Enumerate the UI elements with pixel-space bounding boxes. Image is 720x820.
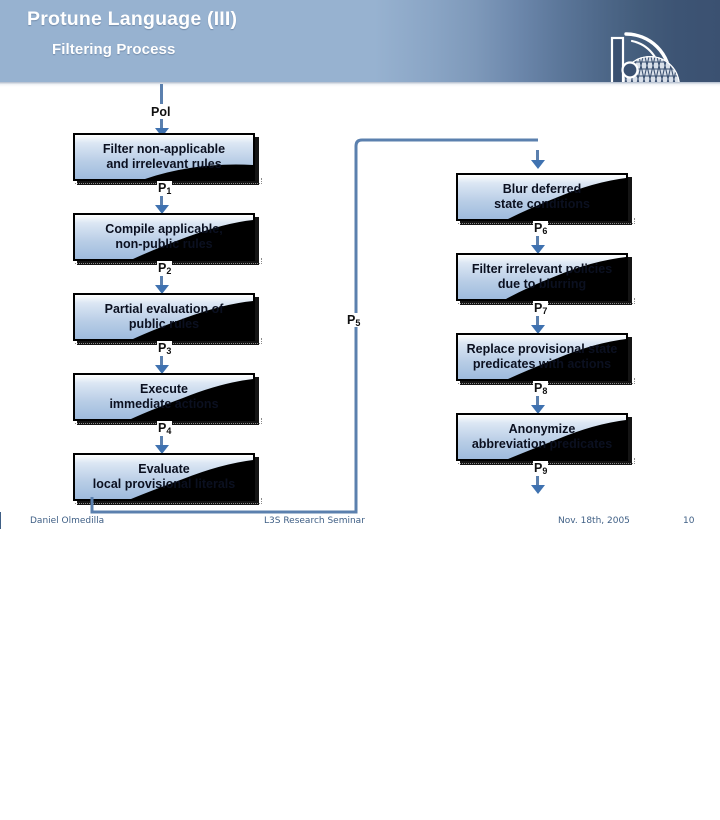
flow-box-label: Compile applicable, non-public rules (105, 222, 223, 251)
arrow-box4-to-box5 (155, 436, 169, 454)
flow-box-label: Partial evaluation of public rules (104, 302, 224, 331)
edge-label-p5-bridge: P5 (346, 313, 362, 328)
flow-box-label: Filter non-applicable and irrelevant rul… (102, 142, 226, 171)
box-ghost-outline (75, 498, 262, 504)
edge-label-p1: P1 (157, 181, 173, 196)
entry-label-pol: Pol (150, 105, 172, 119)
footer-date: Nov. 18th, 2005 (558, 516, 630, 526)
arrow-rbox3-to-rbox4 (531, 396, 545, 414)
flow-box-compile-applicable[interactable]: Compile applicable, non-public rules (73, 213, 255, 261)
flow-box-label: Evaluate local provisional literals (92, 462, 236, 491)
arrow-box3-to-box4 (155, 356, 169, 374)
slide-canvas: Protune Language (III) Filtering Process (0, 0, 720, 540)
page-subtitle: Filtering Process (52, 41, 176, 58)
header-divider (0, 82, 720, 87)
flow-box-evaluate-local-provisional[interactable]: Evaluate local provisional literals (73, 453, 255, 501)
arrow-bridge-to-rbox1 (531, 150, 545, 169)
edge-label-p4: P4 (157, 421, 173, 436)
footer-page-number: 10 (683, 516, 695, 526)
arrow-rbox4-exit (531, 476, 545, 496)
flow-box-label: Blur deferred state conditions (494, 182, 590, 211)
slide-footer: Daniel Olmedilla L3S Research Seminar No… (0, 512, 720, 534)
edge-label-p3: P3 (157, 341, 173, 356)
flow-box-label: Execute immediate actions (109, 382, 219, 411)
arrow-box2-to-box3 (155, 276, 169, 294)
flow-box-blur-deferred-state[interactable]: Blur deferred state conditions (456, 173, 628, 221)
arrow-box1-to-box2 (155, 196, 169, 214)
page-title: Protune Language (III) (27, 8, 238, 30)
edge-label-p8: P8 (533, 381, 549, 396)
flow-box-anonymize-abbreviation[interactable]: Anonymize abbreviation predicates (456, 413, 628, 461)
arrow-rbox1-to-rbox2 (531, 236, 545, 254)
arrow-rbox2-to-rbox3 (531, 316, 545, 334)
flow-box-partial-evaluation[interactable]: Partial evaluation of public rules (73, 293, 255, 341)
footer-event: L3S Research Seminar (264, 516, 365, 526)
edge-label-p2: P2 (157, 261, 173, 276)
flow-box-label: Anonymize abbreviation predicates (471, 422, 613, 451)
flow-box-label: Replace provisional state predicates wit… (466, 342, 618, 371)
flow-box-filter-non-applicable[interactable]: Filter non-applicable and irrelevant rul… (73, 133, 255, 181)
flow-box-filter-irrelevant-policies[interactable]: Filter irrelevant policies due to blurri… (456, 253, 628, 301)
flow-box-replace-provisional-predicates[interactable]: Replace provisional state predicates wit… (456, 333, 628, 381)
l3s-dome-logo-icon (598, 26, 694, 82)
edge-label-p7: P7 (533, 301, 549, 316)
edge-label-p9: P9 (533, 461, 549, 476)
slide-header: Protune Language (III) Filtering Process (0, 0, 720, 82)
flow-box-label: Filter irrelevant policies due to blurri… (471, 262, 613, 291)
edge-label-p6: P6 (533, 221, 549, 236)
footer-separator (0, 512, 1, 529)
entry-arrow-stem (155, 84, 169, 104)
footer-author: Daniel Olmedilla (30, 516, 105, 526)
flow-box-execute-immediate-actions[interactable]: Execute immediate actions (73, 373, 255, 421)
